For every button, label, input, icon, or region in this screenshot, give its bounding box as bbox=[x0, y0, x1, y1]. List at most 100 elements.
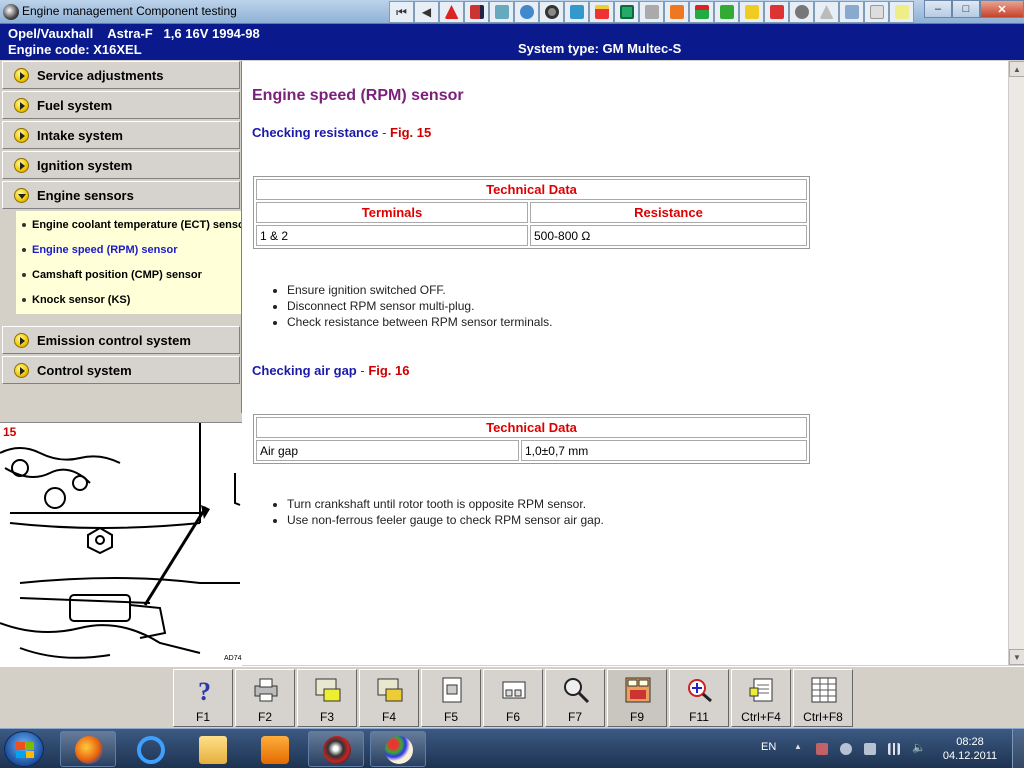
tools-icon[interactable] bbox=[639, 1, 664, 23]
ctrl-f4-button[interactable]: Ctrl+F4 bbox=[731, 669, 791, 727]
window-controls: – □ ✕ bbox=[924, 0, 1024, 18]
wrench-icon[interactable] bbox=[564, 1, 589, 23]
signal-icon[interactable] bbox=[888, 743, 900, 755]
bullet-icon bbox=[22, 223, 26, 228]
key-label: F6 bbox=[505, 710, 520, 724]
taskbar-autodata[interactable] bbox=[308, 731, 364, 767]
chevron-up-icon[interactable]: ▲ bbox=[794, 742, 806, 754]
f6-button[interactable]: F6 bbox=[483, 669, 543, 727]
figure-link[interactable]: Fig. 15 bbox=[390, 125, 431, 140]
battery-icon[interactable] bbox=[739, 1, 764, 23]
nav-engine-sensors[interactable]: Engine sensors bbox=[2, 181, 240, 209]
filter-icon[interactable] bbox=[589, 1, 614, 23]
figure-link[interactable]: Fig. 16 bbox=[368, 363, 409, 378]
engine-drawing bbox=[0, 423, 241, 659]
f2-button[interactable]: F2 bbox=[235, 669, 295, 727]
taskbar-paint[interactable] bbox=[370, 731, 426, 767]
f5-button[interactable]: F5 bbox=[421, 669, 481, 727]
fan-icon[interactable] bbox=[789, 1, 814, 23]
clock-date: 04.12.2011 bbox=[942, 750, 998, 762]
clock[interactable]: 08:28 04.12.2011 bbox=[940, 735, 1000, 763]
taskbar-internet-explorer[interactable] bbox=[122, 731, 178, 767]
prev-icon[interactable]: ◀ bbox=[414, 1, 439, 23]
arrow-right-icon bbox=[14, 158, 29, 173]
subitem-label: Engine speed (RPM) sensor bbox=[32, 244, 178, 256]
key-label: Ctrl+F4 bbox=[741, 710, 781, 724]
action-center-icon[interactable] bbox=[816, 743, 828, 755]
minus-circle-icon[interactable] bbox=[840, 743, 852, 755]
app-icon[interactable] bbox=[3, 4, 19, 20]
nav-control-system[interactable]: Control system bbox=[2, 356, 240, 384]
document-car-icon bbox=[315, 678, 341, 702]
list-item: Ensure ignition switched OFF. bbox=[287, 282, 552, 298]
subitem-ect-sensor[interactable]: Engine coolant temperature (ECT) sensor bbox=[22, 219, 241, 231]
nav-fuel-system[interactable]: Fuel system bbox=[2, 91, 240, 119]
system-type: System type: GM Multec-S bbox=[518, 41, 682, 56]
nav-label: Service adjustments bbox=[37, 68, 164, 83]
section-heading-air-gap: Checking air gap - Fig. 16 bbox=[252, 363, 410, 378]
svg-text:?: ? bbox=[198, 677, 211, 704]
key-label: F1 bbox=[195, 710, 210, 724]
figure-number: 15 bbox=[3, 425, 17, 439]
gear-icon[interactable] bbox=[514, 1, 539, 23]
vehicle-model: Opel/Vauxhall Astra-F 1,6 16V 1994-98 bbox=[8, 26, 260, 41]
taskbar-media-player[interactable] bbox=[246, 731, 302, 767]
left-navigation: Service adjustments Fuel system Intake s… bbox=[0, 61, 242, 413]
section-title: Checking air gap bbox=[252, 363, 357, 378]
key-label: F9 bbox=[629, 710, 644, 724]
lock-icon[interactable] bbox=[764, 1, 789, 23]
warning-icon[interactable] bbox=[439, 1, 464, 23]
page-icon[interactable] bbox=[889, 1, 914, 23]
nav-intake-system[interactable]: Intake system bbox=[2, 121, 240, 149]
nav-emission-control-system[interactable]: Emission control system bbox=[2, 326, 240, 354]
taskbar-firefox[interactable] bbox=[60, 731, 116, 767]
check-icon[interactable] bbox=[864, 1, 889, 23]
f9-button[interactable]: F9 bbox=[607, 669, 667, 727]
nav-label: Emission control system bbox=[37, 333, 191, 348]
f3-button[interactable]: F3 bbox=[297, 669, 357, 727]
diagram-icon[interactable] bbox=[489, 1, 514, 23]
vertical-scrollbar[interactable]: ▲ ▼ bbox=[1008, 61, 1024, 665]
minimize-button[interactable]: – bbox=[924, 0, 952, 18]
tag-icon[interactable] bbox=[664, 1, 689, 23]
book-icon[interactable] bbox=[464, 1, 489, 23]
nav-ignition-system[interactable]: Ignition system bbox=[2, 151, 240, 179]
door-icon[interactable] bbox=[614, 1, 639, 23]
first-icon[interactable]: ⏮ bbox=[389, 1, 414, 23]
vehicle-header: Opel/Vauxhall Astra-F 1,6 16V 1994-98 En… bbox=[0, 24, 1024, 60]
ctrl-f8-button[interactable]: Ctrl+F8 bbox=[793, 669, 853, 727]
explorer-icon bbox=[199, 736, 227, 764]
title-bar: Engine management Component testing ⏮ ◀ bbox=[0, 0, 1024, 24]
f7-button[interactable]: F7 bbox=[545, 669, 605, 727]
maximize-button[interactable]: □ bbox=[952, 0, 980, 18]
clock-time: 08:28 bbox=[956, 736, 984, 748]
subitem-knock-sensor[interactable]: Knock sensor (KS) bbox=[22, 294, 130, 306]
show-desktop-button[interactable] bbox=[1012, 729, 1024, 768]
subitem-rpm-sensor[interactable]: Engine speed (RPM) sensor bbox=[22, 244, 177, 256]
f1-button[interactable]: ? F1 bbox=[173, 669, 233, 727]
scroll-up-icon[interactable]: ▲ bbox=[1009, 61, 1024, 77]
firefox-icon bbox=[75, 736, 103, 764]
close-button[interactable]: ✕ bbox=[980, 0, 1024, 18]
road-icon[interactable] bbox=[814, 1, 839, 23]
steps-icon[interactable] bbox=[689, 1, 714, 23]
language-indicator[interactable]: EN bbox=[761, 741, 776, 753]
volume-icon[interactable]: 🔈 bbox=[912, 741, 926, 754]
car-icon[interactable] bbox=[714, 1, 739, 23]
key-label: F3 bbox=[319, 710, 334, 724]
start-button[interactable] bbox=[4, 731, 44, 767]
nav-service-adjustments[interactable]: Service adjustments bbox=[2, 61, 240, 89]
f11-button[interactable]: F11 bbox=[669, 669, 729, 727]
fuse-box-icon bbox=[625, 677, 651, 703]
page-title: Engine speed (RPM) sensor bbox=[252, 87, 464, 104]
tire-icon[interactable] bbox=[539, 1, 564, 23]
section-title: Checking resistance bbox=[252, 125, 379, 140]
taskbar-explorer[interactable] bbox=[184, 731, 240, 767]
ac-icon[interactable] bbox=[839, 1, 864, 23]
subitem-cmp-sensor[interactable]: Camshaft position (CMP) sensor bbox=[22, 269, 202, 281]
document-hand-icon bbox=[377, 678, 403, 702]
power-icon[interactable] bbox=[864, 743, 876, 755]
figure-panel[interactable]: 15 AD74 bbox=[0, 422, 242, 666]
scroll-down-icon[interactable]: ▼ bbox=[1009, 649, 1024, 665]
f4-button[interactable]: F4 bbox=[359, 669, 419, 727]
